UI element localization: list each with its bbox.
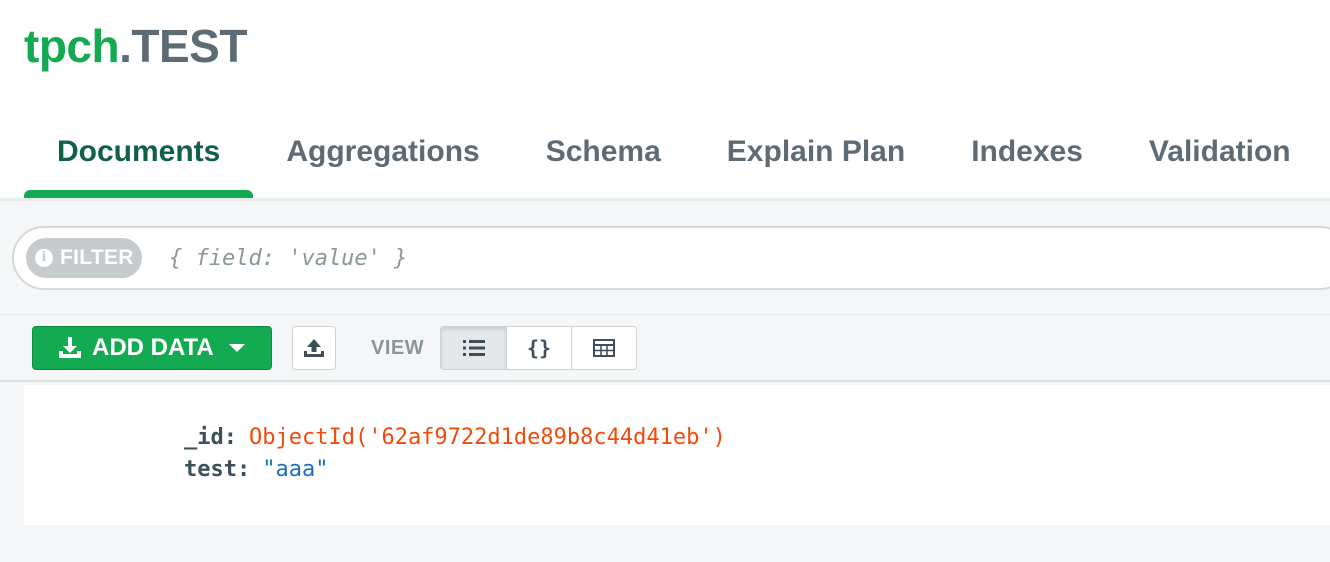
field-separator: : [223, 425, 237, 450]
download-icon [59, 337, 81, 358]
add-data-label: ADD DATA [92, 334, 214, 361]
collection-name: .TEST [119, 20, 247, 72]
export-button[interactable] [292, 326, 336, 370]
filter-label: FILTER [60, 246, 134, 269]
braces-icon: {} [526, 336, 552, 360]
field-value: "aaa" [262, 457, 329, 482]
field-key: test [184, 457, 237, 482]
list-view-button[interactable] [441, 327, 506, 369]
field-separator: : [236, 457, 251, 482]
view-label: VIEW [371, 337, 425, 359]
chevron-down-icon [228, 344, 245, 352]
view-switcher: {} [440, 326, 637, 370]
document-field: _id: ObjectId('62af9722d1de89b8c44d41eb') [184, 423, 726, 453]
tab-documents[interactable]: Documents [24, 120, 254, 198]
tab-aggregations[interactable]: Aggregations [253, 120, 512, 198]
tab-validation[interactable]: Validation [1116, 120, 1324, 198]
tab-schema[interactable]: Schema [513, 120, 694, 198]
filter-pill[interactable]: i FILTER [26, 238, 142, 278]
field-value: ObjectId('62af9722d1de89b8c44d41eb') [249, 425, 726, 450]
collection-title: tpch.TEST [24, 18, 247, 74]
json-view-button[interactable]: {} [506, 327, 571, 369]
export-icon [304, 339, 324, 357]
collection-tabs: Documents Aggregations Schema Explain Pl… [24, 120, 1324, 198]
query-bar: i FILTER [0, 199, 1330, 314]
filter-input[interactable] [169, 241, 1269, 275]
tab-indexes[interactable]: Indexes [938, 120, 1116, 198]
documents-toolbar: ADD DATA VIEW {} [0, 314, 1330, 382]
document-field: test: "aaa" [184, 455, 328, 485]
field-key: _id [184, 425, 224, 450]
table-icon [593, 339, 615, 357]
filter-bar: i FILTER [12, 226, 1330, 290]
database-name: tpch [24, 20, 120, 72]
tab-explain-plan[interactable]: Explain Plan [694, 120, 938, 198]
info-icon: i [35, 249, 53, 267]
add-data-button[interactable]: ADD DATA [32, 326, 272, 370]
list-icon [462, 340, 485, 356]
document-card[interactable]: _id: ObjectId('62af9722d1de89b8c44d41eb')… [24, 385, 1330, 525]
table-view-button[interactable] [571, 327, 636, 369]
